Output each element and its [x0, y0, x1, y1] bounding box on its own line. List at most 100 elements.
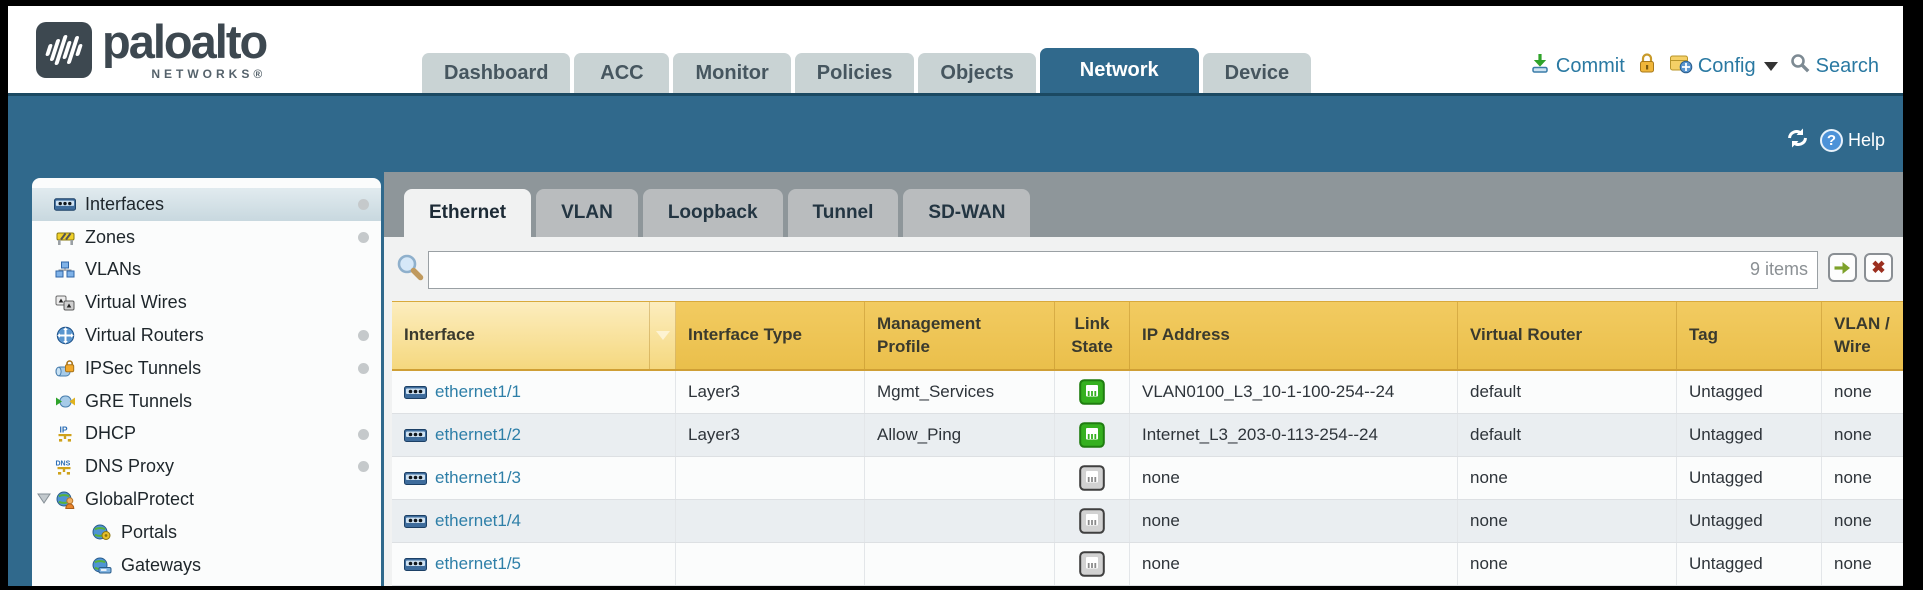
interface-link[interactable]: ethernet1/3: [435, 468, 521, 488]
interfaces-table: Interface Interface Type Management Prof…: [392, 301, 1903, 586]
main-content: EthernetVLANLoopbackTunnelSD-WAN 9 items…: [384, 172, 1903, 586]
lock-icon[interactable]: [1637, 52, 1657, 80]
commit-button[interactable]: Commit: [1529, 52, 1625, 80]
zones-icon: [54, 228, 76, 246]
main-tab-network[interactable]: Network: [1040, 48, 1199, 93]
brand-subname: NETWORKS®: [102, 68, 266, 80]
item-dot: [358, 461, 369, 472]
col-header-link-state[interactable]: Link State: [1055, 302, 1130, 369]
refresh-icon[interactable]: [1785, 128, 1810, 153]
commit-icon: [1529, 52, 1551, 80]
main-tab-policies[interactable]: Policies: [795, 53, 915, 93]
col-header-virtual-router[interactable]: Virtual Router: [1458, 302, 1677, 369]
sub-tab-ethernet[interactable]: Ethernet: [404, 189, 531, 237]
help-button[interactable]: ? Help: [1820, 129, 1885, 152]
interface-link[interactable]: ethernet1/2: [435, 425, 521, 445]
table-row[interactable]: ethernet1/5 none none Untagged none: [392, 543, 1903, 586]
search-button[interactable]: Search: [1790, 53, 1879, 80]
ethernet-interface-icon: [404, 515, 427, 528]
clear-filter-button[interactable]: ✖: [1864, 253, 1893, 282]
main-tab-acc[interactable]: ACC: [574, 53, 669, 93]
sidebar-item-zones[interactable]: Zones: [32, 221, 381, 254]
paloalto-logo-icon: [36, 22, 92, 78]
clear-x-icon: ✖: [1871, 258, 1885, 278]
apply-filter-button[interactable]: [1828, 253, 1857, 282]
portals-icon: [90, 523, 112, 541]
expand-triangle-icon[interactable]: [37, 493, 51, 504]
col-header-tag[interactable]: Tag: [1677, 302, 1822, 369]
item-dot: [358, 232, 369, 243]
table-row[interactable]: ethernet1/4 none none Untagged none: [392, 500, 1903, 543]
teal-toolbar: ? Help: [1785, 128, 1885, 153]
vlans-icon: [54, 261, 76, 279]
main-tab-dashboard[interactable]: Dashboard: [422, 53, 570, 93]
interface-link[interactable]: ethernet1/4: [435, 511, 521, 531]
col-header-vlan-wire[interactable]: VLAN / Wire: [1822, 302, 1903, 369]
sort-dropdown-icon[interactable]: [650, 302, 676, 369]
app-screen: paloalto NETWORKS® DashboardACCMonitorPo…: [8, 6, 1903, 586]
ethernet-interface-icon: [404, 386, 427, 399]
interface-link[interactable]: ethernet1/1: [435, 382, 521, 402]
help-icon: ?: [1820, 129, 1843, 152]
interface-type-tabs: EthernetVLANLoopbackTunnelSD-WAN: [404, 189, 1030, 237]
col-header-interface-type[interactable]: Interface Type: [676, 302, 865, 369]
config-icon: [1669, 52, 1693, 80]
svg-text:DNS: DNS: [56, 460, 71, 467]
config-menu-button[interactable]: Config: [1669, 52, 1778, 80]
main-nav: DashboardACCMonitorPoliciesObjectsNetwor…: [422, 48, 1311, 93]
item-dot: [358, 330, 369, 341]
top-bar: paloalto NETWORKS® DashboardACCMonitorPo…: [8, 6, 1903, 96]
table-row[interactable]: ethernet1/2 Layer3 Allow_Ping Internet_L…: [392, 414, 1903, 457]
dhcp-icon: IP: [54, 425, 76, 443]
link-state-down-icon: [1079, 508, 1105, 534]
sidebar-item-ipsec-tunnels[interactable]: IPSec Tunnels: [32, 352, 381, 385]
link-state-down-icon: [1079, 551, 1105, 577]
filter-search-icon: [396, 253, 426, 283]
ethernet-interface-icon: [404, 472, 427, 485]
sidebar-item-dns-proxy[interactable]: DNS DNS Proxy: [32, 450, 381, 483]
table-row[interactable]: ethernet1/1 Layer3 Mgmt_Services VLAN010…: [392, 371, 1903, 414]
sidebar-item-vlans[interactable]: VLANs: [32, 254, 381, 287]
search-icon: [1790, 53, 1811, 80]
col-header-management-profile[interactable]: Management Profile: [865, 302, 1055, 369]
sub-tab-vlan[interactable]: VLAN: [536, 189, 638, 237]
ipsec-tunnels-icon: [54, 359, 76, 377]
sub-tab-tunnel[interactable]: Tunnel: [788, 189, 899, 237]
link-state-up-icon: [1079, 422, 1105, 448]
item-dot: [358, 429, 369, 440]
sub-tab-sd-wan[interactable]: SD-WAN: [903, 189, 1030, 237]
sidebar-item-virtual-wires[interactable]: Virtual Wires: [32, 286, 381, 319]
table-header: Interface Interface Type Management Prof…: [392, 301, 1903, 371]
item-dot: [358, 199, 369, 210]
interfaces-icon: [54, 195, 76, 213]
sidebar-item-gre-tunnels[interactable]: GRE Tunnels: [32, 385, 381, 418]
virtual-routers-icon: [54, 327, 76, 345]
globalprotect-icon: [54, 491, 76, 509]
table-row[interactable]: ethernet1/3 none none Untagged none: [392, 457, 1903, 500]
sidebar-item-portals[interactable]: Portals: [32, 516, 381, 549]
sidebar-item-gateways[interactable]: Gateways: [32, 549, 381, 582]
sidebar-item-clipped[interactable]: [32, 582, 381, 586]
brand-name: paloalto: [102, 18, 266, 65]
col-header-ip-address[interactable]: IP Address: [1130, 302, 1458, 369]
gre-tunnels-icon: [54, 392, 76, 410]
sidebar-item-virtual-routers[interactable]: Virtual Routers: [32, 319, 381, 352]
top-actions: Commit Config Search: [1529, 52, 1879, 80]
ethernet-panel: 9 items ✖ Interface Interface Type Manag…: [384, 237, 1903, 586]
filter-input[interactable]: [428, 251, 1818, 289]
virtual-wires-icon: [54, 294, 76, 312]
item-dot: [358, 363, 369, 374]
paloalto-logo: paloalto NETWORKS®: [36, 18, 266, 80]
sidebar-item-interfaces[interactable]: Interfaces: [32, 188, 381, 221]
sidebar-item-dhcp[interactable]: IP DHCP: [32, 418, 381, 451]
network-sidebar: Interfaces Zones VLANs Virtual Wires Vir…: [32, 178, 381, 586]
table-body: ethernet1/1 Layer3 Mgmt_Services VLAN010…: [392, 371, 1903, 586]
main-tab-objects[interactable]: Objects: [918, 53, 1035, 93]
main-tab-monitor[interactable]: Monitor: [673, 53, 790, 93]
sidebar-item-globalprotect[interactable]: GlobalProtect: [32, 483, 381, 516]
col-header-interface[interactable]: Interface: [392, 302, 650, 369]
filter-field-wrap: 9 items: [428, 251, 1818, 289]
main-tab-device[interactable]: Device: [1203, 53, 1312, 93]
sub-tab-loopback[interactable]: Loopback: [643, 189, 783, 237]
interface-link[interactable]: ethernet1/5: [435, 554, 521, 574]
